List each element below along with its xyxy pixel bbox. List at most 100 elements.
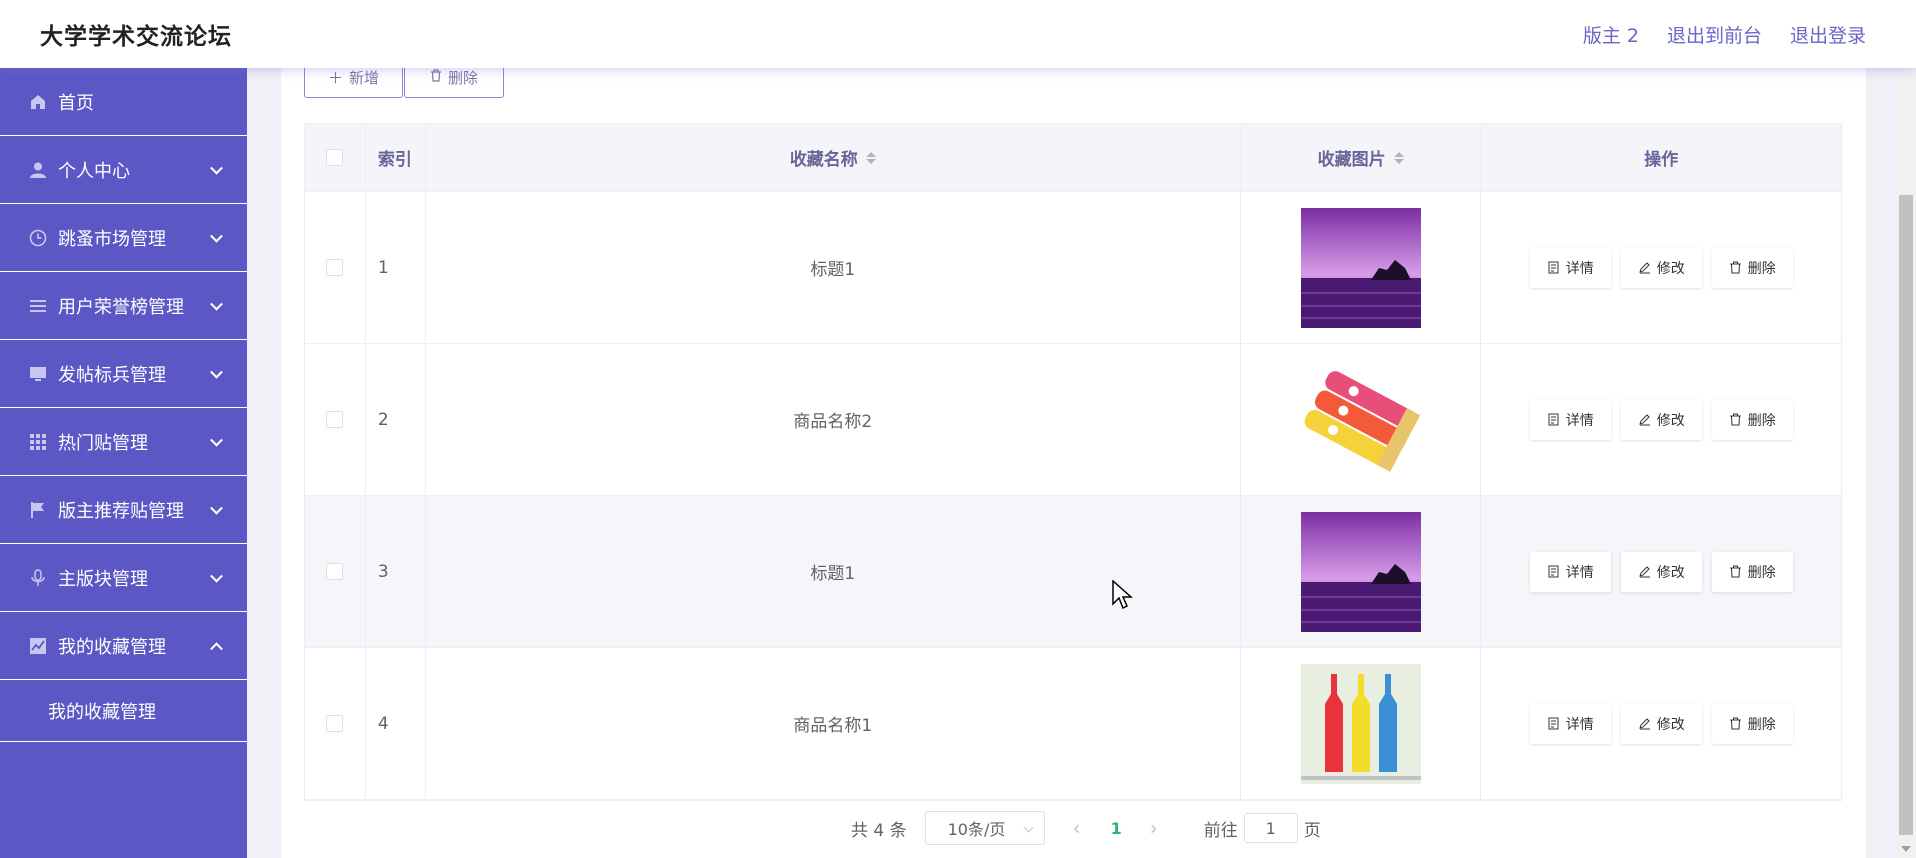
sidebar-item-label: 用户荣誉榜管理 xyxy=(58,296,184,318)
header-name[interactable]: 收藏名称 xyxy=(426,124,1241,191)
row-name: 商品名称1 xyxy=(426,648,1241,799)
purple-sunset-image xyxy=(1300,511,1421,632)
page-scrollbar[interactable] xyxy=(1896,68,1916,858)
chevron-down-icon xyxy=(1023,822,1034,833)
page-unit-label: 页 xyxy=(1303,820,1321,841)
document-icon xyxy=(1548,565,1559,578)
delete-button[interactable]: 删除 xyxy=(1711,703,1793,744)
sidebar-item-main-board[interactable]: 主版块管理 xyxy=(0,544,247,612)
logout-link[interactable]: 退出登录 xyxy=(1790,21,1866,48)
trash-icon xyxy=(1729,565,1741,578)
menu-icon xyxy=(28,296,48,316)
home-icon xyxy=(28,92,48,112)
sidebar-item-label: 我的收藏管理 xyxy=(58,636,166,658)
clock-icon xyxy=(28,228,48,248)
purple-sunset-image xyxy=(1300,207,1421,328)
detail-button[interactable]: 详情 xyxy=(1529,551,1611,592)
row-name: 标题1 xyxy=(426,192,1241,343)
header-links: 版主 2 退出到前台 退出登录 xyxy=(1583,21,1866,48)
user-role-link[interactable]: 版主 2 xyxy=(1583,21,1639,48)
document-icon xyxy=(1548,413,1559,426)
total-count: 共 4 条 xyxy=(851,820,907,841)
trash-icon xyxy=(430,68,442,86)
table-row: 1 标题1 详情 修改 删除 xyxy=(305,192,1841,344)
table-row: 2 商品名称2 详情 修改 删除 xyxy=(305,344,1841,496)
submenu-item-my-favorites[interactable]: 我的收藏管理 xyxy=(0,680,247,742)
row-index: 4 xyxy=(366,648,426,799)
header-ops: 操作 xyxy=(1644,150,1679,170)
delete-button[interactable]: 删除 xyxy=(1711,247,1793,288)
row-name: 标题1 xyxy=(426,496,1241,647)
delete-button[interactable]: 删除 xyxy=(1711,551,1793,592)
pencil-icon xyxy=(1638,718,1650,730)
trash-icon xyxy=(1729,261,1741,274)
goto-page-input[interactable]: 1 xyxy=(1243,813,1298,843)
sidebar-item-my-favorites[interactable]: 我的收藏管理 xyxy=(0,612,247,680)
row-checkbox[interactable] xyxy=(326,715,344,732)
table-header-row: 索引 收藏名称 收藏图片 操作 xyxy=(305,124,1841,192)
sidebar-item-recommended[interactable]: 版主推荐贴管理 xyxy=(0,476,247,544)
detail-button[interactable]: 详情 xyxy=(1529,703,1611,744)
sidebar-item-personal-center[interactable]: 个人中心 xyxy=(0,136,247,204)
back-to-front-link[interactable]: 退出到前台 xyxy=(1667,21,1762,48)
sort-icon[interactable] xyxy=(1393,151,1404,164)
pagination: 共 4 条 10条/页 ‹ 1 › 前往 1 页 xyxy=(851,811,1321,845)
header-index: 索引 xyxy=(366,124,426,191)
bottles-image xyxy=(1300,663,1421,784)
sidebar-item-honor-board[interactable]: 用户荣誉榜管理 xyxy=(0,272,247,340)
delete-button[interactable]: 删除 xyxy=(1711,399,1793,440)
pencil-icon xyxy=(1638,414,1650,426)
edit-button[interactable]: 修改 xyxy=(1620,703,1702,744)
trash-icon xyxy=(1729,413,1741,426)
page-number-current[interactable]: 1 xyxy=(1111,819,1122,838)
document-icon xyxy=(1548,717,1559,730)
edit-button[interactable]: 修改 xyxy=(1620,399,1702,440)
monitor-icon xyxy=(28,364,48,384)
chevron-down-icon xyxy=(210,297,223,311)
sidebar-item-label: 版主推荐贴管理 xyxy=(58,500,184,522)
scroll-down-arrow-icon[interactable] xyxy=(1901,846,1911,852)
next-page-icon[interactable]: › xyxy=(1150,816,1162,840)
plus-icon: ＋ xyxy=(327,68,343,87)
page-size-select[interactable]: 10条/页 xyxy=(924,811,1045,845)
sidebar-item-label: 主版块管理 xyxy=(58,568,148,590)
detail-button[interactable]: 详情 xyxy=(1529,399,1611,440)
scrollbar-thumb[interactable] xyxy=(1899,195,1913,835)
flag-icon xyxy=(28,500,48,520)
sidebar-item-label: 热门贴管理 xyxy=(58,432,148,454)
mic-icon xyxy=(28,568,48,588)
pencil-icon xyxy=(1638,262,1650,274)
row-checkbox[interactable] xyxy=(326,563,344,580)
top-header: 大学学术交流论坛 版主 2 退出到前台 退出登录 xyxy=(0,0,1916,68)
sidebar-item-home[interactable]: 首页 xyxy=(0,68,247,136)
header-image[interactable]: 收藏图片 xyxy=(1241,124,1482,191)
sort-icon[interactable] xyxy=(865,151,876,164)
sidebar-item-flea-market[interactable]: 跳蚤市场管理 xyxy=(0,204,247,272)
prev-page-icon[interactable]: ‹ xyxy=(1073,816,1085,840)
sidebar-item-label: 首页 xyxy=(58,92,94,114)
trash-icon xyxy=(1729,717,1741,730)
row-checkbox[interactable] xyxy=(326,411,344,428)
favorites-table: 索引 收藏名称 收藏图片 操作 1 标题1 详情 修改 删除 2 商品名称2 详… xyxy=(304,123,1842,801)
chevron-down-icon xyxy=(210,433,223,447)
header-checkbox-cell xyxy=(305,124,366,191)
table-row: 4 商品名称1 详情 修改 删除 xyxy=(305,648,1841,800)
chart-icon xyxy=(28,636,48,656)
grid-icon xyxy=(28,432,48,452)
row-checkbox[interactable] xyxy=(326,259,344,276)
chevron-down-icon xyxy=(210,229,223,243)
edit-button[interactable]: 修改 xyxy=(1620,551,1702,592)
sidebar-item-label: 跳蚤市场管理 xyxy=(58,228,166,250)
edit-button[interactable]: 修改 xyxy=(1620,247,1702,288)
chevron-down-icon xyxy=(210,569,223,583)
document-icon xyxy=(1548,261,1559,274)
sidebar-item-post-star[interactable]: 发帖标兵管理 xyxy=(0,340,247,408)
pringles-image xyxy=(1300,359,1421,480)
mouse-cursor-icon xyxy=(1112,580,1133,610)
sidebar-item-label: 发帖标兵管理 xyxy=(58,364,166,386)
sidebar: 首页 个人中心 跳蚤市场管理 用户荣誉榜管理 发帖标兵管理 热门贴管理 版主推荐… xyxy=(0,68,247,858)
select-all-checkbox[interactable] xyxy=(326,149,344,166)
detail-button[interactable]: 详情 xyxy=(1529,247,1611,288)
sidebar-item-hot-posts[interactable]: 热门贴管理 xyxy=(0,408,247,476)
site-title: 大学学术交流论坛 xyxy=(40,24,232,50)
